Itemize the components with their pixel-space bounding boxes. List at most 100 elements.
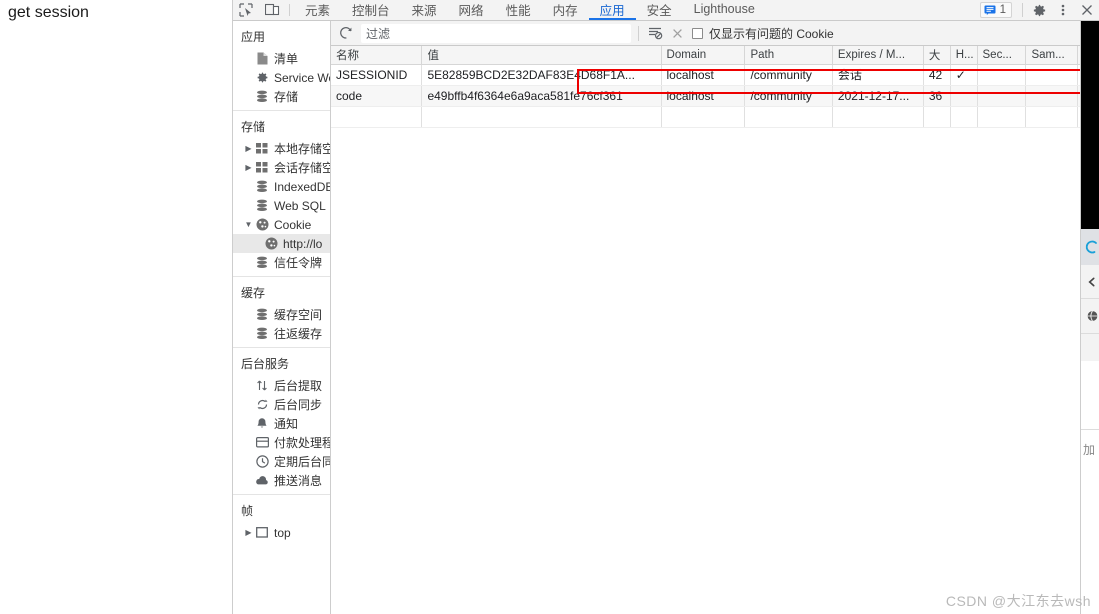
sidebar-item-periodic-background-sync[interactable]: 定期后台同 — [233, 452, 330, 471]
devtools-body: 应用 清单 — [233, 21, 1099, 614]
clock-icon — [254, 455, 270, 468]
cell-secure — [977, 85, 1026, 106]
column-header-samesite[interactable]: Sam... — [1026, 46, 1077, 64]
sidebar-item-web-sql[interactable]: Web SQL — [233, 196, 330, 215]
chevron-down-icon[interactable]: ▼ — [243, 220, 254, 229]
table-row[interactable]: code e49bffb4f6364e6a9aca581fe76cf361 lo… — [331, 85, 1099, 106]
sidebar-item-notifications[interactable]: 通知 — [233, 414, 330, 433]
cell-value: e49bffb4f6364e6a9aca581fe76cf361 — [422, 85, 661, 106]
right-panel-item[interactable] — [1080, 299, 1099, 332]
chevron-right-icon[interactable]: ▶ — [243, 163, 254, 172]
cookies-table-container[interactable]: 名称 值 Domain Path Expires / M... 大 H... S… — [331, 46, 1099, 614]
tab-sources[interactable]: 来源 — [401, 0, 448, 20]
section-title-storage: 存储 — [233, 116, 330, 139]
cell-name: JSESSIONID — [331, 64, 422, 85]
right-panel-item[interactable] — [1080, 265, 1099, 298]
sidebar-item-session-storage[interactable]: ▶ 会话存储空 — [233, 158, 330, 177]
sidebar-item-local-storage[interactable]: ▶ 本地存储空 — [233, 139, 330, 158]
message-count: 1 — [1000, 4, 1006, 16]
cell-expires: 会话 — [832, 64, 923, 85]
cookies-table: 名称 值 Domain Path Expires / M... 大 H... S… — [331, 46, 1099, 128]
tab-console[interactable]: 控制台 — [341, 0, 401, 20]
tab-memory[interactable]: 内存 — [542, 0, 589, 20]
sidebar-section-cache: 缓存 缓存空间 — [233, 277, 330, 348]
tab-elements[interactable]: 元素 — [294, 0, 341, 20]
tab-performance[interactable]: 性能 — [495, 0, 542, 20]
cell-domain: localhost — [661, 85, 745, 106]
chevron-right-icon[interactable]: ▶ — [243, 528, 254, 537]
only-show-problematic-cookies-checkbox[interactable]: 仅显示有问题的 Cookie — [692, 25, 834, 42]
column-header-path[interactable]: Path — [745, 46, 832, 64]
sidebar-section-application: 应用 清单 — [233, 21, 330, 111]
clear-filter-icon[interactable] — [666, 22, 688, 44]
sidebar-item-frame-top[interactable]: ▶ top — [233, 523, 330, 542]
sidebar-section-background-services: 后台服务 后台提取 — [233, 348, 330, 495]
checkbox-box[interactable] — [692, 28, 703, 39]
sidebar-item-push-messaging[interactable]: 推送消息 — [233, 471, 330, 490]
sidebar-item-storage[interactable]: 存储 — [233, 87, 330, 106]
sidebar-item-payment-handler[interactable]: 付款处理程 — [233, 433, 330, 452]
section-title-cache: 缓存 — [233, 282, 330, 305]
payment-icon — [254, 437, 270, 448]
tab-lighthouse[interactable]: Lighthouse — [683, 0, 766, 20]
sidebar-item-back-forward-cache[interactable]: 往返缓存 — [233, 324, 330, 343]
tabstrip-actions: 1 — [980, 0, 1099, 20]
cell-value: 5E82859BCD2E32DAF83E4D68F1A... — [422, 64, 661, 85]
sidebar-item-trust-tokens[interactable]: 信任令牌 — [233, 253, 330, 272]
cell-samesite — [1026, 85, 1077, 106]
chevron-right-icon[interactable]: ▶ — [243, 144, 254, 153]
column-header-size[interactable]: 大 — [923, 46, 950, 64]
sidebar-item-service-workers[interactable]: Service Wo — [233, 68, 330, 87]
right-edge-panel[interactable]: 加 — [1080, 21, 1099, 614]
sidebar-section-storage: 存储 ▶ 本地存储空 — [233, 111, 330, 277]
cookie-icon — [263, 237, 279, 250]
table-row[interactable]: JSESSIONID 5E82859BCD2E32DAF83E4D68F1A..… — [331, 64, 1099, 85]
column-header-httponly[interactable]: H... — [950, 46, 977, 64]
table-header-row: 名称 值 Domain Path Expires / M... 大 H... S… — [331, 46, 1099, 64]
message-badge-icon — [984, 5, 996, 16]
sidebar-item-label: 通知 — [274, 415, 298, 432]
section-title-frames: 帧 — [233, 500, 330, 523]
gear-icon[interactable] — [1027, 0, 1051, 21]
cookies-table-body: JSESSIONID 5E82859BCD2E32DAF83E4D68F1A..… — [331, 64, 1099, 127]
column-header-name[interactable]: 名称 — [331, 46, 422, 64]
cookies-panel: 过滤 — [331, 21, 1099, 614]
right-panel-partial-text[interactable]: 加 — [1080, 433, 1099, 466]
message-badge[interactable]: 1 — [980, 2, 1012, 18]
devtools-window: 元素 控制台 来源 网络 性能 内存 应用 安全 Lighthouse — [232, 0, 1099, 614]
sidebar-item-background-fetch[interactable]: 后台提取 — [233, 376, 330, 395]
sidebar-item-indexeddb[interactable]: IndexedDB — [233, 177, 330, 196]
sidebar-item-label: 推送消息 — [274, 472, 322, 489]
application-sidebar[interactable]: 应用 清单 — [233, 21, 331, 614]
tab-application[interactable]: 应用 — [589, 0, 636, 20]
tab-security[interactable]: 安全 — [636, 0, 683, 20]
filter-input[interactable]: 过滤 — [361, 24, 631, 43]
column-header-value[interactable]: 值 — [422, 46, 661, 64]
sidebar-item-label: IndexedDB — [274, 180, 330, 194]
toolbar-divider — [289, 4, 290, 16]
device-toolbar-icon[interactable] — [259, 0, 285, 20]
refresh-icon[interactable] — [335, 22, 357, 44]
grid-storage-icon — [254, 162, 270, 173]
column-header-domain[interactable]: Domain — [661, 46, 745, 64]
more-vertical-icon[interactable] — [1051, 0, 1075, 21]
sidebar-item-cookies[interactable]: ▼ Cookie — [233, 215, 330, 234]
inspect-element-icon[interactable] — [233, 0, 259, 20]
tab-network[interactable]: 网络 — [448, 0, 495, 20]
sidebar-item-cookie-origin[interactable]: http://lo — [233, 234, 330, 253]
sidebar-item-background-sync[interactable]: 后台同步 — [233, 395, 330, 414]
section-title-application: 应用 — [233, 26, 330, 49]
cloud-icon — [254, 476, 270, 486]
sidebar-item-label: 定期后台同 — [274, 453, 330, 470]
cell-httponly: ✓ — [950, 64, 977, 85]
sidebar-item-cache-storage[interactable]: 缓存空间 — [233, 305, 330, 324]
close-icon[interactable] — [1075, 0, 1099, 21]
clear-all-cookies-icon[interactable] — [644, 22, 666, 44]
column-header-secure[interactable]: Sec... — [977, 46, 1026, 64]
sidebar-item-manifest[interactable]: 清单 — [233, 49, 330, 68]
host-page-area: get session — [0, 0, 232, 614]
column-header-expires[interactable]: Expires / M... — [832, 46, 923, 64]
manifest-file-icon — [254, 52, 270, 65]
right-panel-selected-item[interactable] — [1080, 229, 1099, 265]
sidebar-item-label: 会话存储空 — [274, 159, 330, 176]
